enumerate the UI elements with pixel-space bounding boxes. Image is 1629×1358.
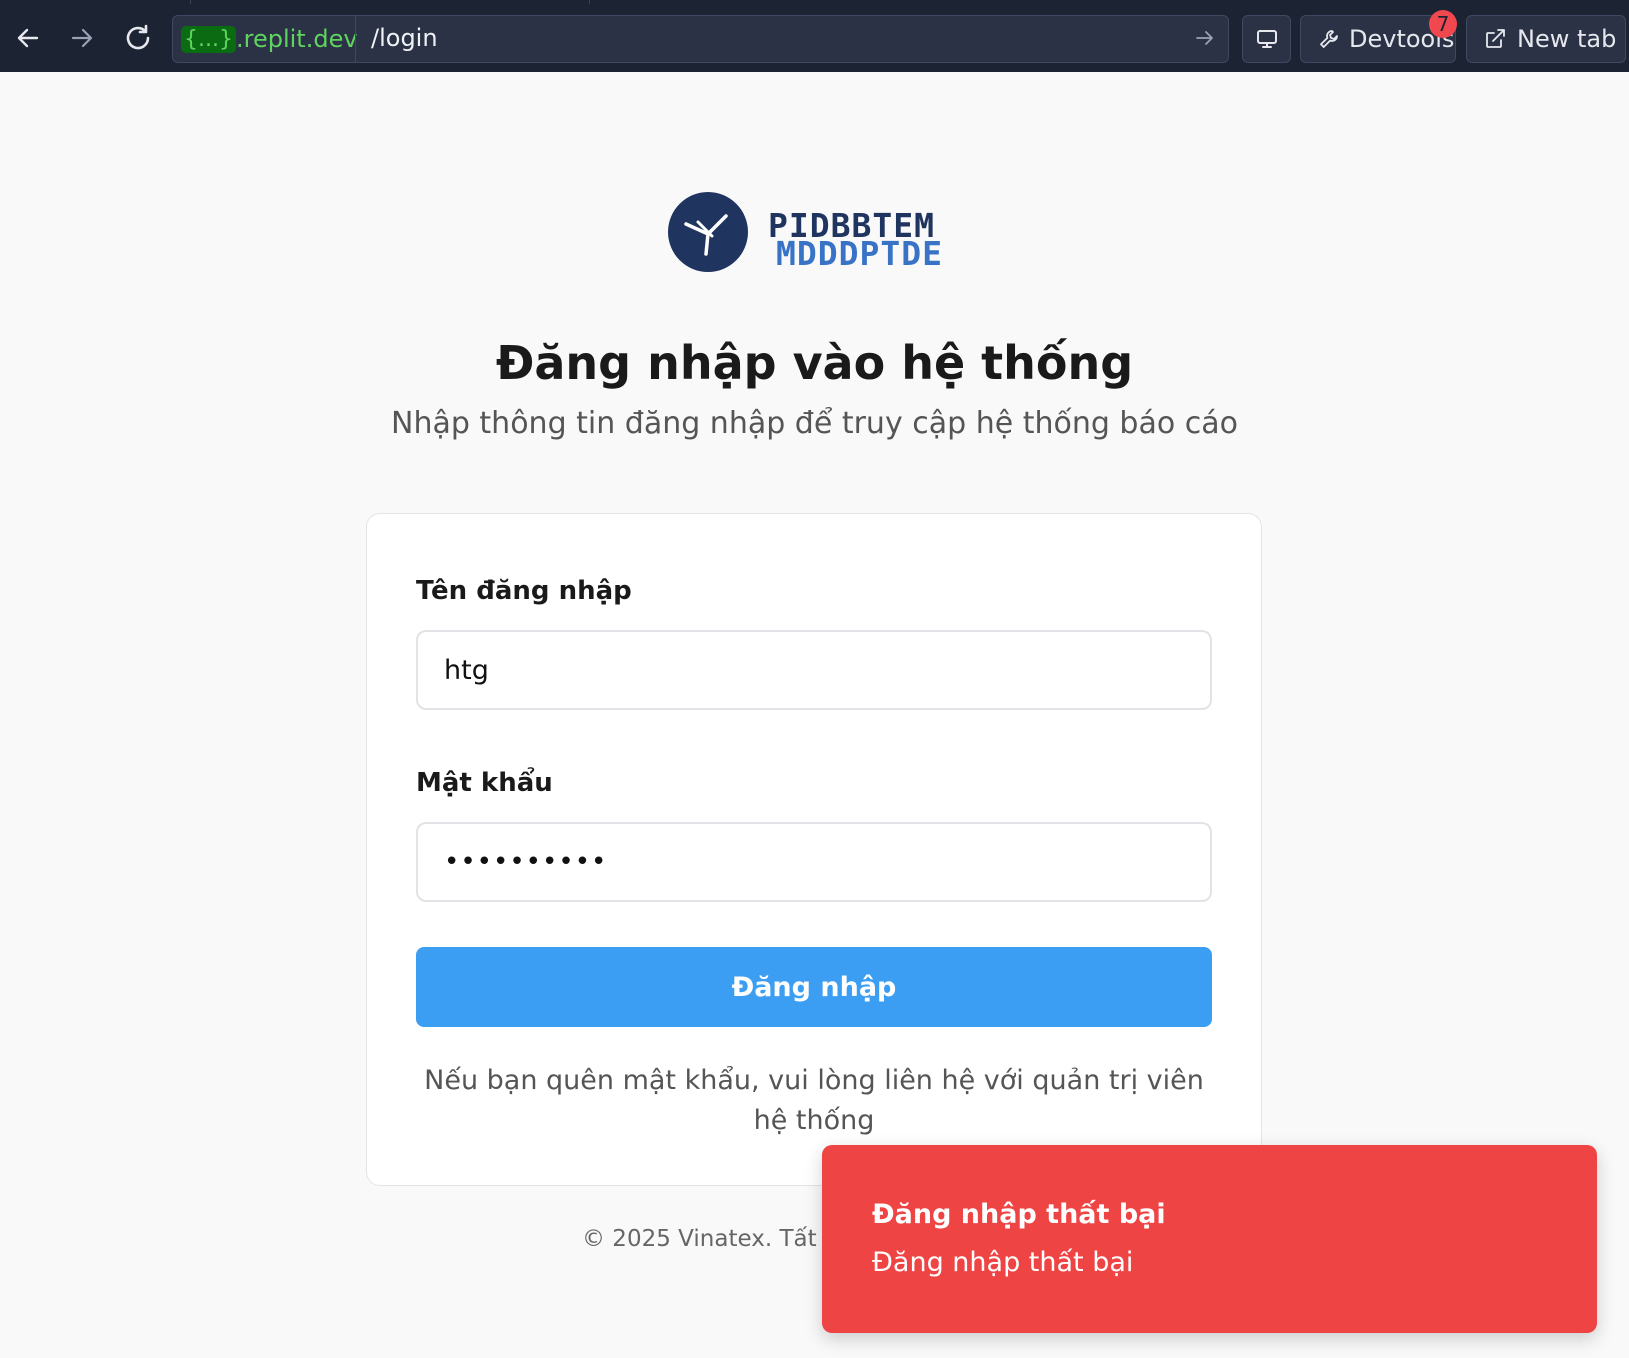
password-label: Mật khẩu <box>416 768 553 798</box>
url-path[interactable]: /login <box>371 24 438 52</box>
url-host-brace: {...} <box>181 25 236 53</box>
toast-description: Đăng nhập thất bại <box>872 1247 1134 1278</box>
url-divider <box>355 16 356 62</box>
back-button[interactable] <box>8 18 48 58</box>
reload-icon <box>126 24 150 50</box>
login-button[interactable]: Đăng nhập <box>416 947 1212 1027</box>
logo-mark <box>668 192 748 272</box>
devtools-button[interactable]: Devtools 7 <box>1300 10 1457 63</box>
url-host-domain: .replit.dev <box>235 25 358 53</box>
page-subtitle: Nhập thông tin đăng nhập để truy cập hệ … <box>391 406 1238 441</box>
monitor-icon <box>1256 30 1277 48</box>
username-value: htg <box>444 654 489 686</box>
url-host: {...} .replit.dev <box>181 22 358 56</box>
page-title: Đăng nhập vào hệ thống <box>495 336 1134 390</box>
browser-toolbar: {...} .replit.dev /login Devtools 7 New … <box>0 0 1629 72</box>
company-logo: PIDBBTEM MDDDPTDE <box>668 192 960 276</box>
wrench-icon <box>1320 30 1338 48</box>
new-tab-button[interactable]: New tab <box>1466 15 1626 63</box>
forgot-password-hint: Nếu bạn quên mật khẩu, vui lòng liên hệ … <box>424 1065 1204 1136</box>
login-card: Tên đăng nhập htg Mật khẩu •••••••••• Đă… <box>366 513 1262 1186</box>
password-value: •••••••••• <box>444 847 608 877</box>
devtools-badge: 7 <box>1429 10 1457 38</box>
tab-strip <box>190 0 590 4</box>
username-label: Tên đăng nhập <box>416 576 632 606</box>
error-toast[interactable]: Đăng nhập thất bại Đăng nhập thất bại <box>822 1145 1597 1333</box>
arrow-right-icon <box>1196 31 1213 45</box>
toast-title: Đăng nhập thất bại <box>872 1199 1166 1230</box>
logo-text-line2: MDDDPTDE <box>776 234 943 273</box>
url-bar[interactable]: {...} .replit.dev /login <box>172 15 1229 63</box>
logo-emblem-icon <box>684 214 728 256</box>
new-tab-label: New tab <box>1517 25 1617 53</box>
arrow-left-icon <box>17 28 39 48</box>
password-input[interactable]: •••••••••• <box>416 822 1212 902</box>
forward-button[interactable] <box>62 18 102 58</box>
arrow-right-icon <box>71 28 93 48</box>
footer-copyright: © 2025 Vinatex. Tất cả <box>582 1226 851 1252</box>
url-go-button[interactable] <box>1194 27 1216 53</box>
external-link-icon <box>1486 29 1505 48</box>
device-preview-button[interactable] <box>1242 15 1291 63</box>
username-input[interactable]: htg <box>416 630 1212 710</box>
reload-button[interactable] <box>118 18 158 58</box>
